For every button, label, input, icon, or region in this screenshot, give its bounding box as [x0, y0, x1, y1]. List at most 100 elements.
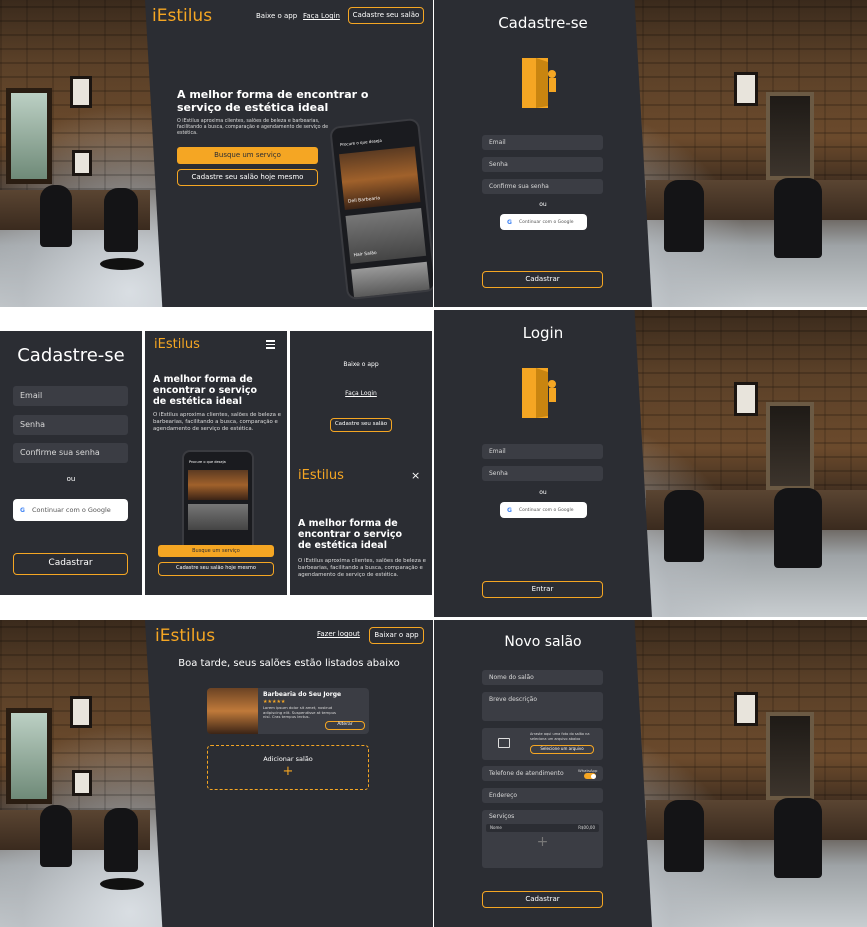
google-signin-button[interactable]: G Continuar com o Google — [500, 502, 587, 518]
register-salon-button[interactable]: Cadastre seu salão hoje mesmo — [158, 562, 274, 576]
mobile-signup-screen: Cadastre-se Email Senha Confirme sua sen… — [0, 331, 142, 595]
phone-search-bar: Procure o que deseja — [339, 137, 383, 148]
nav-app-link[interactable]: Baixe o app — [256, 12, 297, 20]
password-field[interactable]: Senha — [13, 415, 128, 435]
barber-chair — [774, 488, 822, 568]
phone-search-bar: Procure o que deseja — [189, 460, 226, 464]
login-submit-button[interactable]: Entrar — [482, 581, 603, 598]
menu-item-login[interactable]: Faça Login — [290, 390, 432, 397]
close-icon[interactable]: × — [411, 469, 420, 482]
barber-chair — [40, 805, 72, 867]
or-divider: ou — [539, 201, 547, 208]
services-box: Serviços Nome R$00,00 + — [482, 810, 603, 868]
brand-logo[interactable]: iEstilus — [154, 337, 200, 352]
register-salon-button[interactable]: Cadastre seu salão hoje mesmo — [177, 169, 318, 186]
new-salon-screen: Novo salão Nome do salão Breve descrição… — [434, 620, 867, 927]
select-file-button[interactable]: Selecione um arquivo — [530, 745, 594, 754]
dashboard-greeting: Boa tarde, seus salões estão listados ab… — [178, 658, 400, 669]
email-field[interactable]: Email — [482, 135, 603, 150]
search-service-button[interactable]: Busque um serviço — [158, 545, 274, 557]
new-salon-dark-panel: Novo salão Nome do salão Breve descrição… — [434, 620, 652, 927]
barber-chair — [774, 798, 822, 878]
google-signin-button[interactable]: G Continuar com o Google — [500, 214, 587, 230]
new-salon-submit-button[interactable]: Cadastrar — [482, 891, 603, 908]
door-icon — [522, 58, 556, 108]
add-salon-card[interactable]: Adicionar salão + — [207, 745, 369, 790]
description: O iEstilus aproxima clientes, salões de … — [177, 119, 329, 136]
brand-logo[interactable]: iEstilus — [298, 468, 344, 483]
mobile-menu-drawer: iEstilus × A melhor forma de encontrar o… — [290, 462, 432, 595]
salon-edit-button[interactable]: Alterar — [325, 721, 365, 730]
search-service-button[interactable]: Busque um serviço — [177, 147, 318, 164]
barber-chair — [104, 188, 138, 252]
signup-submit-button[interactable]: Cadastrar — [13, 553, 128, 575]
logout-link[interactable]: Fazer logout — [317, 630, 360, 638]
salon-name: Barbearia do Seu Jorge — [263, 691, 342, 698]
email-field[interactable]: Email — [13, 386, 128, 406]
or-divider: ou — [539, 489, 547, 496]
phone-card — [188, 470, 248, 500]
menu-item-app[interactable]: Baixe o app — [290, 361, 432, 368]
salon-description: Lorem ipsum dolor sit amet, nostrud adip… — [263, 705, 337, 720]
google-icon: G — [507, 218, 512, 226]
google-button-label: Continuar com o Google — [518, 507, 574, 513]
barber-chair — [104, 808, 138, 872]
window — [6, 88, 52, 184]
dashboard-screen: iEstilus Fazer logout Baixar o app Boa t… — [0, 620, 433, 927]
chair-base — [100, 258, 144, 270]
brand-logo[interactable]: iEstilus — [155, 626, 215, 646]
confirm-password-field[interactable]: Confirme sua senha — [482, 179, 603, 194]
nav-register-salon-button[interactable]: Cadastre seu salão — [348, 7, 424, 24]
address-field[interactable]: Endereço — [482, 788, 603, 803]
description: O iEstilus aproxima clientes, salões de … — [153, 412, 281, 432]
whatsapp-toggle[interactable] — [584, 773, 596, 779]
salon-card[interactable]: Barbearia do Seu Jorge ★★★★★ Lorem ipsum… — [207, 688, 369, 734]
login-title: Login — [522, 324, 564, 342]
google-button-label: Continuar com o Google — [518, 219, 574, 225]
mirror — [766, 712, 814, 800]
menu-item-register-salon[interactable]: Cadastre seu salão — [330, 418, 392, 432]
landing-dark-panel: iEstilus Baixe o app Faça Login Cadastre… — [145, 0, 433, 307]
portrait-frame — [70, 76, 92, 108]
signup-title: Cadastre-se — [498, 14, 588, 32]
google-icon: G — [507, 506, 512, 514]
portrait-frame — [734, 382, 758, 416]
email-field[interactable]: Email — [482, 444, 603, 459]
image-icon — [498, 738, 510, 748]
confirm-password-field[interactable]: Confirme sua senha — [13, 443, 128, 463]
nav-login-link[interactable]: Faça Login — [303, 12, 340, 20]
google-icon: G — [20, 506, 25, 514]
photo-dropzone[interactable]: Arraste aqui uma foto do salão na seleci… — [482, 728, 603, 760]
password-field[interactable]: Senha — [482, 157, 603, 172]
phone-card — [188, 504, 248, 530]
signup-submit-button[interactable]: Cadastrar — [482, 271, 603, 288]
login-screen: Login Email Senha ou G Continuar com o G… — [434, 310, 867, 617]
barber-chair — [664, 490, 704, 562]
headline: A melhor forma de encontrar o serviço de… — [153, 374, 257, 407]
password-field[interactable]: Senha — [482, 466, 603, 481]
portrait-frame — [734, 692, 758, 726]
or-divider: ou — [66, 475, 76, 483]
google-signin-button[interactable]: G Continuar com o Google — [13, 499, 128, 521]
portrait-frame — [72, 770, 92, 796]
add-salon-label: Adicionar salão — [263, 755, 313, 763]
phone-mockup: Procure o que deseja — [182, 450, 254, 554]
landing-screen: iEstilus Baixe o app Faça Login Cadastre… — [0, 0, 433, 307]
download-app-button[interactable]: Baixar o app — [369, 627, 424, 644]
new-salon-title: Novo salão — [504, 634, 582, 650]
description: O iEstilus aproxima clientes, salões de … — [298, 558, 426, 578]
phone-card — [351, 261, 430, 300]
headline: A melhor forma de encontrar o serviço de… — [177, 88, 369, 114]
add-service-icon[interactable]: + — [482, 834, 603, 850]
portrait-frame — [72, 150, 92, 176]
mobile-landing-screen: iEstilus A melhor forma de encontrar o s… — [145, 331, 287, 595]
google-button-label: Continuar com o Google — [31, 506, 111, 514]
service-row[interactable]: Nome R$00,00 — [486, 824, 599, 832]
brand-logo[interactable]: iEstilus — [152, 6, 212, 26]
salon-thumbnail — [207, 688, 258, 734]
salon-description-field[interactable]: Breve descrição — [482, 692, 603, 721]
chair-base — [100, 878, 144, 890]
salon-name-field[interactable]: Nome do salão — [482, 670, 603, 685]
window — [6, 708, 52, 804]
hamburger-icon[interactable] — [266, 340, 275, 349]
